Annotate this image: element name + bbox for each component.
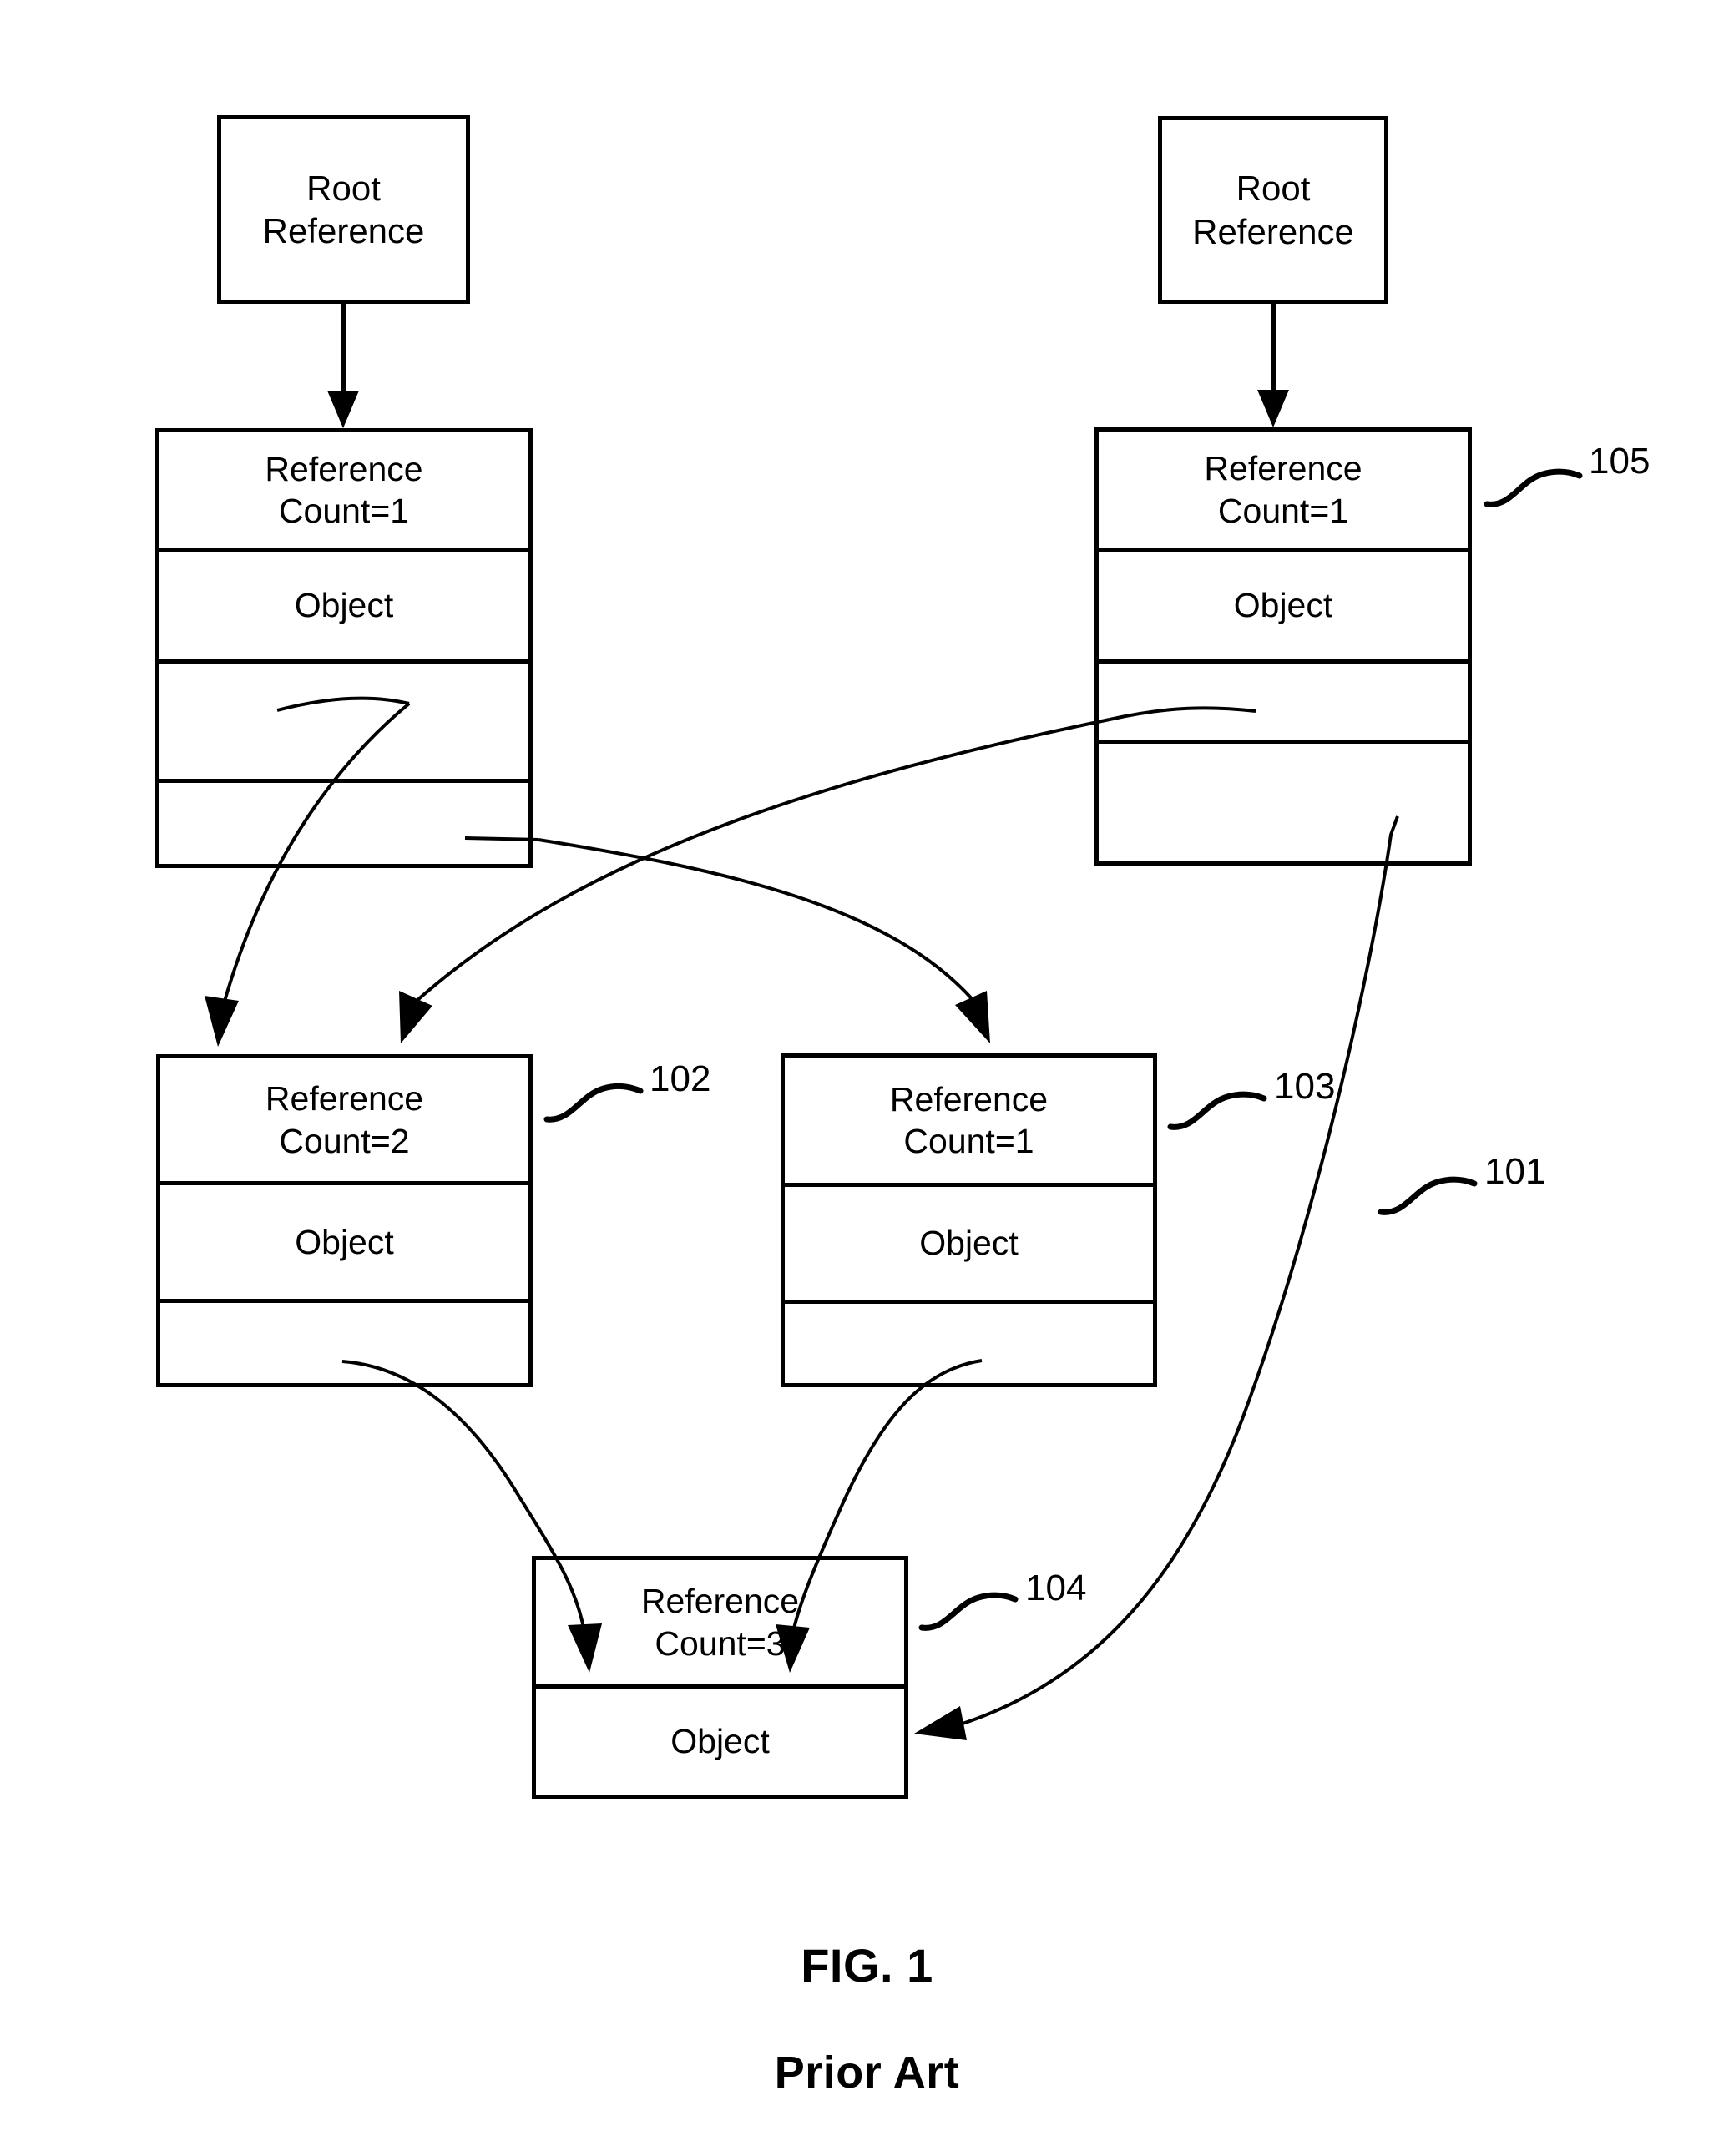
object-box-102-refcount: Reference Count=2: [160, 1058, 528, 1181]
object-box-top-left-object: Object: [159, 548, 528, 659]
object-box-top-left-slot4: [159, 779, 528, 864]
refcount-line1: Reference: [265, 1079, 424, 1118]
object-box-102-slot3: [160, 1299, 528, 1383]
object-box-103-refcount: Reference Count=1: [785, 1058, 1153, 1183]
figure-label: FIG. 1: [801, 1939, 933, 1992]
object-box-top-left-slot3: [159, 659, 528, 779]
object-box-top-left: Reference Count=1 Object: [155, 428, 533, 868]
object-box-105-slot3: [1099, 659, 1468, 740]
object-label: Object: [919, 1224, 1019, 1263]
reference-numeral-102: 102: [650, 1058, 711, 1099]
root-left-line1: Root: [306, 168, 381, 208]
object-box-104-refcount: Reference Count=3: [536, 1560, 904, 1684]
object-box-102-object: Object: [160, 1181, 528, 1299]
root-reference-right-text: Root Reference: [1162, 120, 1384, 300]
object-label: Object: [670, 1722, 770, 1761]
object-box-104: Reference Count=3 Object: [532, 1556, 908, 1799]
root-reference-left-text: Root Reference: [221, 119, 466, 300]
reference-numeral-105: 105: [1589, 441, 1651, 482]
object-box-105: Reference Count=1 Object: [1094, 427, 1472, 866]
refcount-line1: Reference: [1204, 449, 1362, 488]
root-reference-right-box: Root Reference: [1158, 116, 1388, 304]
refcount-line1: Reference: [640, 1582, 800, 1621]
object-box-103-object: Object: [785, 1183, 1153, 1300]
lead-hook-104: [918, 1592, 1019, 1631]
refcount-line2: Count=2: [279, 1121, 410, 1160]
patent-figure-1: Root Reference Root Reference Reference …: [0, 0, 1734, 2156]
arrow-root-right-to-object-105: [1257, 304, 1289, 427]
object-box-top-left-refcount: Reference Count=1: [159, 432, 528, 548]
reference-numeral-103: 103: [1274, 1066, 1336, 1107]
refcount-line1: Reference: [889, 1079, 1049, 1118]
lead-hook-102: [543, 1083, 644, 1123]
lead-hook-101: [1378, 1176, 1478, 1215]
lead-hook-105: [1484, 468, 1583, 507]
object-box-103: Reference Count=1 Object: [781, 1053, 1157, 1387]
object-box-105-refcount: Reference Count=1: [1099, 432, 1468, 548]
refcount-line2: Count=1: [278, 492, 410, 530]
root-right-line2: Reference: [1192, 211, 1354, 251]
object-label: Object: [294, 586, 394, 625]
refcount-line2: Count=3: [655, 1623, 786, 1663]
lead-hook-103: [1167, 1091, 1267, 1130]
refcount-line1: Reference: [265, 449, 423, 488]
object-box-105-object: Object: [1099, 548, 1468, 659]
object-box-104-object: Object: [536, 1684, 904, 1795]
arrow-left-object-to-103: [538, 838, 990, 1043]
refcount-line2: Count=1: [903, 1122, 1034, 1160]
object-label: Object: [295, 1222, 394, 1261]
object-box-102: Reference Count=2 Object: [156, 1054, 533, 1387]
reference-numeral-104: 104: [1025, 1568, 1087, 1608]
object-box-105-slot4: [1099, 740, 1468, 861]
root-right-line1: Root: [1236, 169, 1311, 209]
root-reference-left-box: Root Reference: [217, 115, 470, 304]
root-left-line2: Reference: [262, 211, 425, 250]
object-box-103-slot3: [785, 1300, 1153, 1383]
reference-numeral-101: 101: [1484, 1151, 1546, 1192]
arrow-root-left-to-object-left: [327, 304, 359, 428]
refcount-line2: Count=1: [1217, 491, 1349, 530]
figure-subtitle: Prior Art: [774, 2047, 960, 2098]
object-label: Object: [1233, 586, 1333, 625]
